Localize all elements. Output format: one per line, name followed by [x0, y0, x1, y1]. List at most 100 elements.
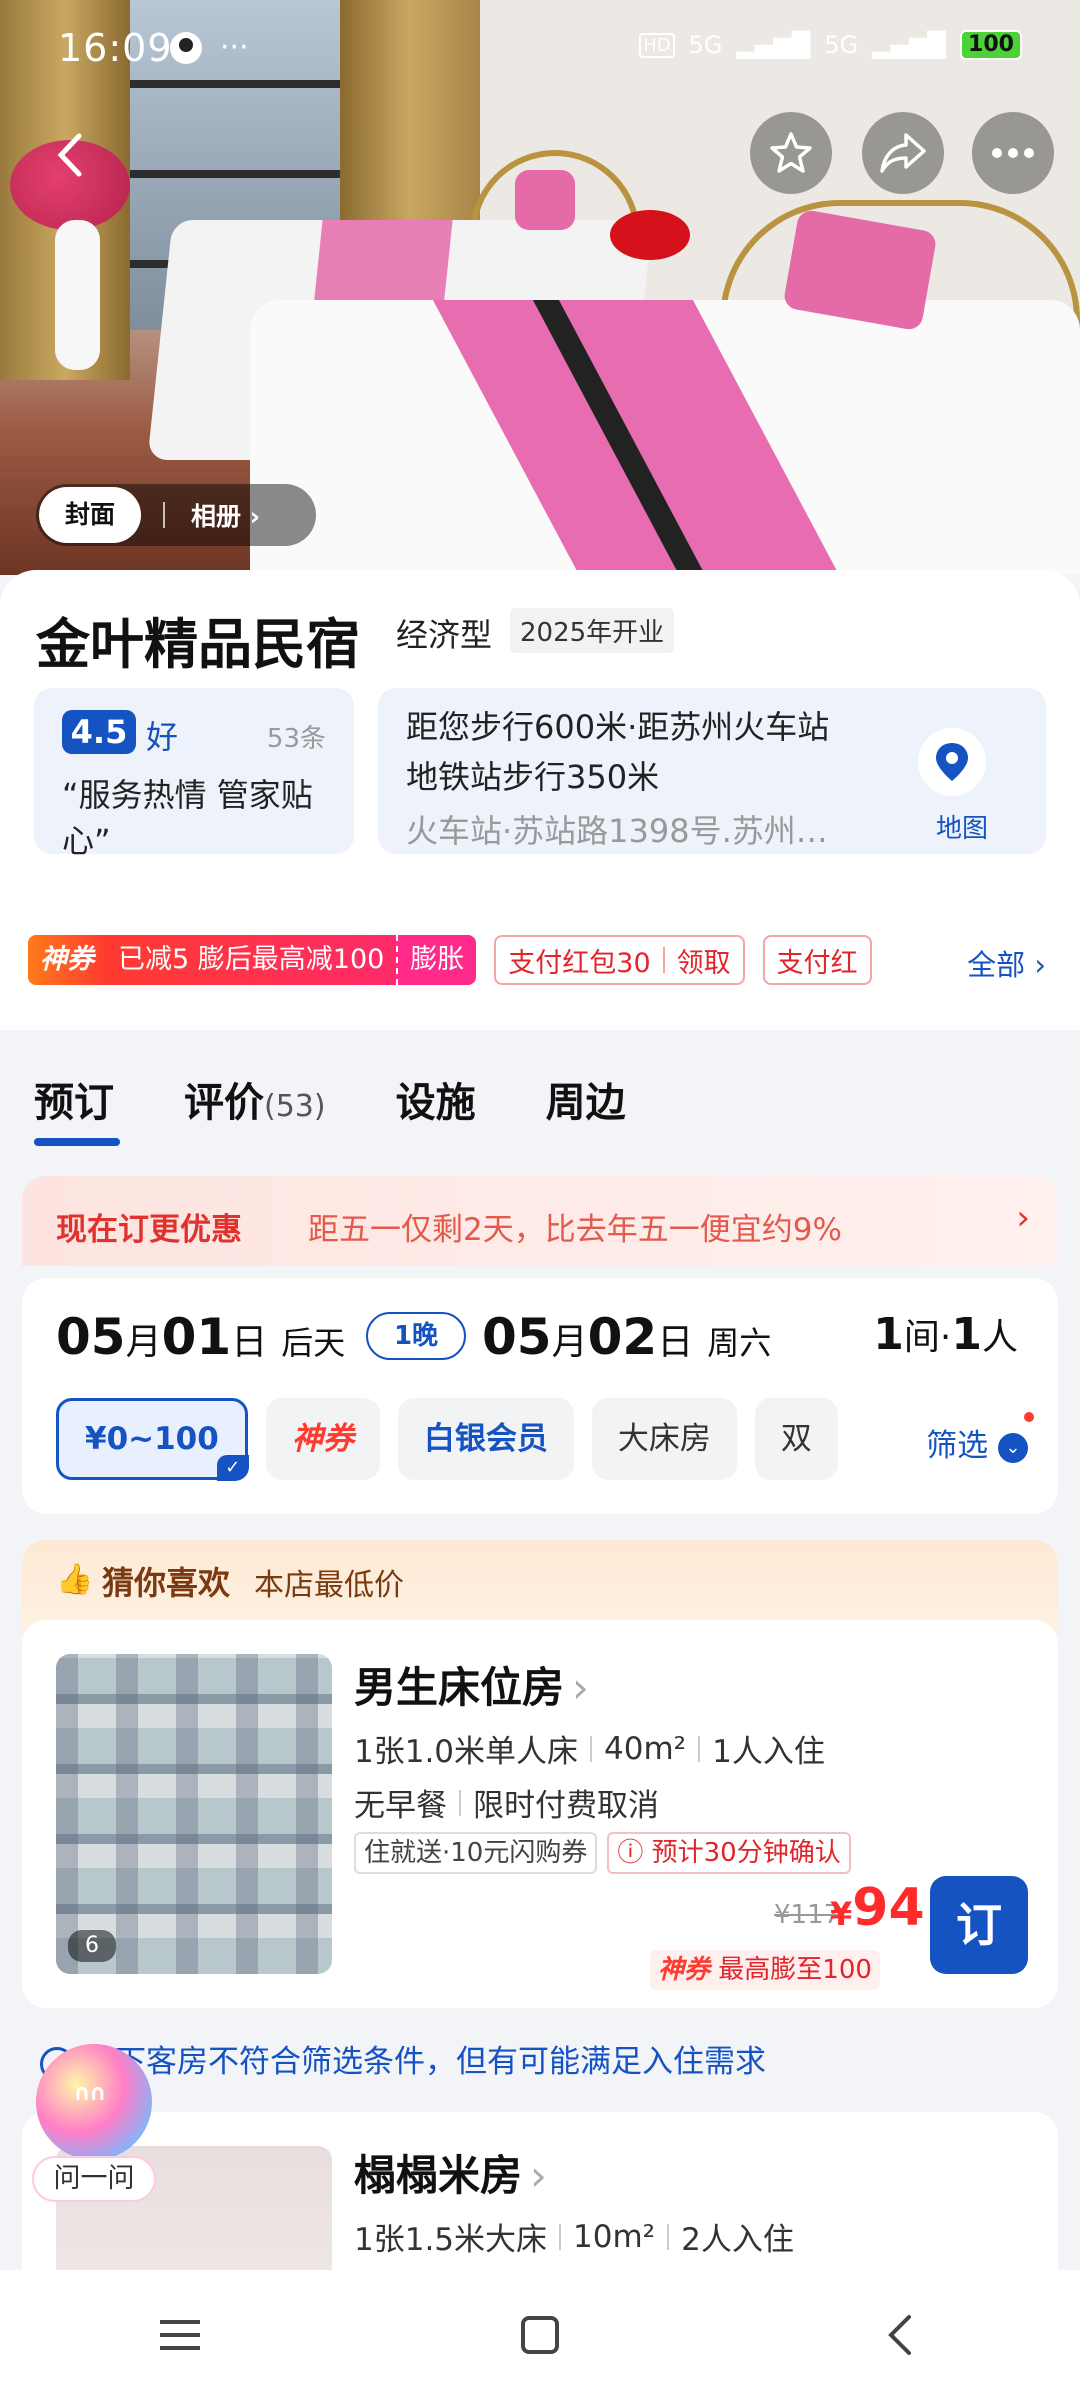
- back-arrow-icon: [57, 133, 82, 177]
- coupon-2-text: 支付红: [776, 947, 858, 979]
- shenquan-coupon[interactable]: 神券 已减5 膨后最高减100 膨胀: [28, 935, 477, 985]
- review-count: 53条: [266, 724, 326, 754]
- filter-bigbed-chip[interactable]: 大床房: [591, 1398, 737, 1480]
- review-quote: “服务热情 管家贴心”: [62, 776, 313, 860]
- filter-button[interactable]: 筛选 ⌄: [906, 1412, 1034, 1465]
- favorite-button[interactable]: [750, 112, 832, 194]
- claim-button[interactable]: 领取: [677, 941, 731, 980]
- room-policy: 无早餐 限时付费取消: [354, 1788, 659, 1824]
- offer-text: 距五一仅剩2天，比去年五一便宜约9%: [308, 1212, 842, 1248]
- share-button[interactable]: [862, 112, 944, 194]
- chevron-down-icon: ⌄: [998, 1432, 1028, 1463]
- tab-facilities[interactable]: 设施: [396, 1070, 476, 1128]
- signal-1-icon: ▂▄▆█: [736, 31, 811, 59]
- share-icon: [880, 133, 926, 173]
- more-button[interactable]: [972, 112, 1054, 194]
- room-name: 男生床位房 ›: [354, 1663, 589, 1712]
- section-tabs: 预订 评价(53) 设施 周边: [34, 1070, 626, 1128]
- home-square-icon: [521, 2316, 559, 2354]
- all-promos-link[interactable]: 全部 ›: [957, 942, 1046, 984]
- room-photo[interactable]: 6: [56, 1654, 332, 1974]
- rating-score: 4.5: [62, 710, 136, 754]
- tab-album[interactable]: 相册 ›: [191, 497, 260, 533]
- home-button[interactable]: [500, 2295, 580, 2375]
- chevron-right-icon: ›: [530, 2151, 547, 2200]
- map-pin-icon: [918, 728, 986, 796]
- pillow-1: [515, 170, 575, 230]
- tab-booking[interactable]: 预订: [34, 1070, 114, 1128]
- back-chevron-icon: [888, 2315, 911, 2355]
- coupon-text: 支付红包30: [508, 947, 651, 979]
- recommend-title: 猜你喜欢: [102, 1564, 231, 1602]
- checkin-date[interactable]: 05月01日 后天: [56, 1308, 345, 1366]
- battery-icon: 100: [960, 30, 1022, 60]
- rooms-guests-selector[interactable]: 1间·1人: [873, 1308, 1018, 1360]
- thumbs-up-icon: 👍: [56, 1562, 94, 1597]
- location-card[interactable]: 距您步行600米·距苏州火车站 地铁站步行350米 火车站·苏站路1398号.苏…: [378, 688, 1046, 854]
- filter-shenquan-chip[interactable]: 神券: [265, 1398, 380, 1480]
- hotel-name: 金叶精品民宿: [36, 613, 360, 676]
- payment-coupon-2[interactable]: 支付红: [762, 935, 872, 985]
- rating-card[interactable]: 4.5 好 53条 “服务热情 管家贴心”: [34, 688, 354, 860]
- tab-nearby[interactable]: 周边: [546, 1070, 626, 1128]
- book-button[interactable]: 订: [930, 1876, 1028, 1974]
- ai-assistant-button[interactable]: ᐢᐢ 问一问: [32, 2044, 156, 2214]
- room-tags: 住就送·10元闪购券 ⓘ 预计30分钟确认: [354, 1832, 851, 1874]
- notification-dot: [1024, 1412, 1034, 1422]
- vase: [55, 220, 100, 370]
- shenquan-brand: 神券: [28, 935, 106, 985]
- price-promo: 神券 最高膨至100: [650, 1950, 880, 1990]
- menu-icon: [160, 2320, 200, 2350]
- nights-badge: 1晚: [366, 1312, 466, 1360]
- filter-price-chip[interactable]: ¥0~100: [56, 1398, 249, 1481]
- hotel-info-card: 金叶精品民宿 经济型 2025年开业 4.5 好 53条 “服务热情 管家贴心”…: [0, 570, 1080, 1030]
- timer-icon: [170, 31, 202, 64]
- offer-banner[interactable]: 现在订更优惠 距五一仅剩2天，比去年五一便宜约9% ›: [22, 1176, 1058, 1266]
- current-price: ¥94: [830, 1878, 925, 1938]
- checkout-date[interactable]: 05月02日 周六: [482, 1308, 771, 1366]
- location-line-1: 距您步行600米·距苏州火车站: [406, 708, 830, 746]
- star-icon: [770, 132, 812, 173]
- photo-tabs: 封面 相册 ›: [36, 484, 316, 546]
- gift-tag: 住就送·10元闪购券: [354, 1832, 598, 1874]
- hd-icon: HD: [639, 32, 675, 58]
- menu-button[interactable]: [140, 2295, 220, 2375]
- promo-row: 神券 已减5 膨后最高减100 膨胀 支付红包30 领取 支付红: [28, 934, 872, 986]
- booking-card: 05月01日后天 1晚 05月02日周六 1间·1人 ¥0~100 神券 白银会…: [22, 1278, 1058, 1514]
- room-card[interactable]: 6 男生床位房 › 1张1.0米单人床 40m² 1人入住 无早餐 限时付费取消 住就送…: [22, 1620, 1058, 2008]
- assistant-avatar-icon: ᐢᐢ: [36, 2044, 152, 2160]
- address: 火车站·苏站路1398号.苏州…: [406, 812, 828, 850]
- room-2-name: 榻榻米房 ›: [354, 2151, 547, 2200]
- map-link[interactable]: 地图: [936, 808, 988, 845]
- status-bar: 16:09 ··· HD 5G ▂▄▆█ 5G ▂▄▆█ 100: [0, 0, 1080, 96]
- confirm-tag: ⓘ 预计30分钟确认: [607, 1832, 851, 1874]
- signal-2-label: 5G: [824, 31, 859, 59]
- roses: [610, 210, 690, 260]
- chevron-right-icon: ›: [572, 1663, 589, 1712]
- filter-chips: ¥0~100 神券 白银会员 大床房 双: [56, 1398, 838, 1481]
- payment-coupon[interactable]: 支付红包30 领取: [494, 935, 745, 985]
- offer-title: 现在订更优惠: [56, 1212, 242, 1248]
- chevron-right-icon: ›: [1016, 1198, 1030, 1238]
- more-dots-icon: [992, 148, 1034, 158]
- bed-2: [250, 300, 1080, 575]
- tab-cover[interactable]: 封面: [39, 487, 142, 543]
- active-tab-indicator: [34, 1138, 120, 1146]
- hotel-type: 经济型: [396, 616, 493, 654]
- assistant-label: 问一问: [32, 2156, 156, 2202]
- system-back-button[interactable]: [860, 2295, 940, 2375]
- room-spec: 1张1.0米单人床 40m² 1人入住: [354, 1730, 825, 1771]
- filter-member-chip[interactable]: 白银会员: [397, 1398, 574, 1480]
- filter-double-chip[interactable]: 双: [754, 1398, 838, 1480]
- shenquan-text: 已减5 膨后最高减100: [106, 935, 397, 985]
- expand-button[interactable]: 膨胀: [396, 935, 477, 985]
- divider: [163, 502, 166, 528]
- back-button[interactable]: [40, 120, 100, 190]
- opening-year-badge: 2025年开业: [510, 608, 675, 653]
- location-line-2: 地铁站步行350米: [406, 758, 660, 796]
- tab-reviews[interactable]: 评价(53): [184, 1070, 326, 1128]
- recommend-subtitle: 本店最低价: [254, 1568, 404, 1603]
- more-notifications-icon: ···: [220, 30, 249, 65]
- system-navigation-bar: [0, 2270, 1080, 2400]
- room-2-spec: 1张1.5米大床 10m² 2人入住: [354, 2218, 794, 2259]
